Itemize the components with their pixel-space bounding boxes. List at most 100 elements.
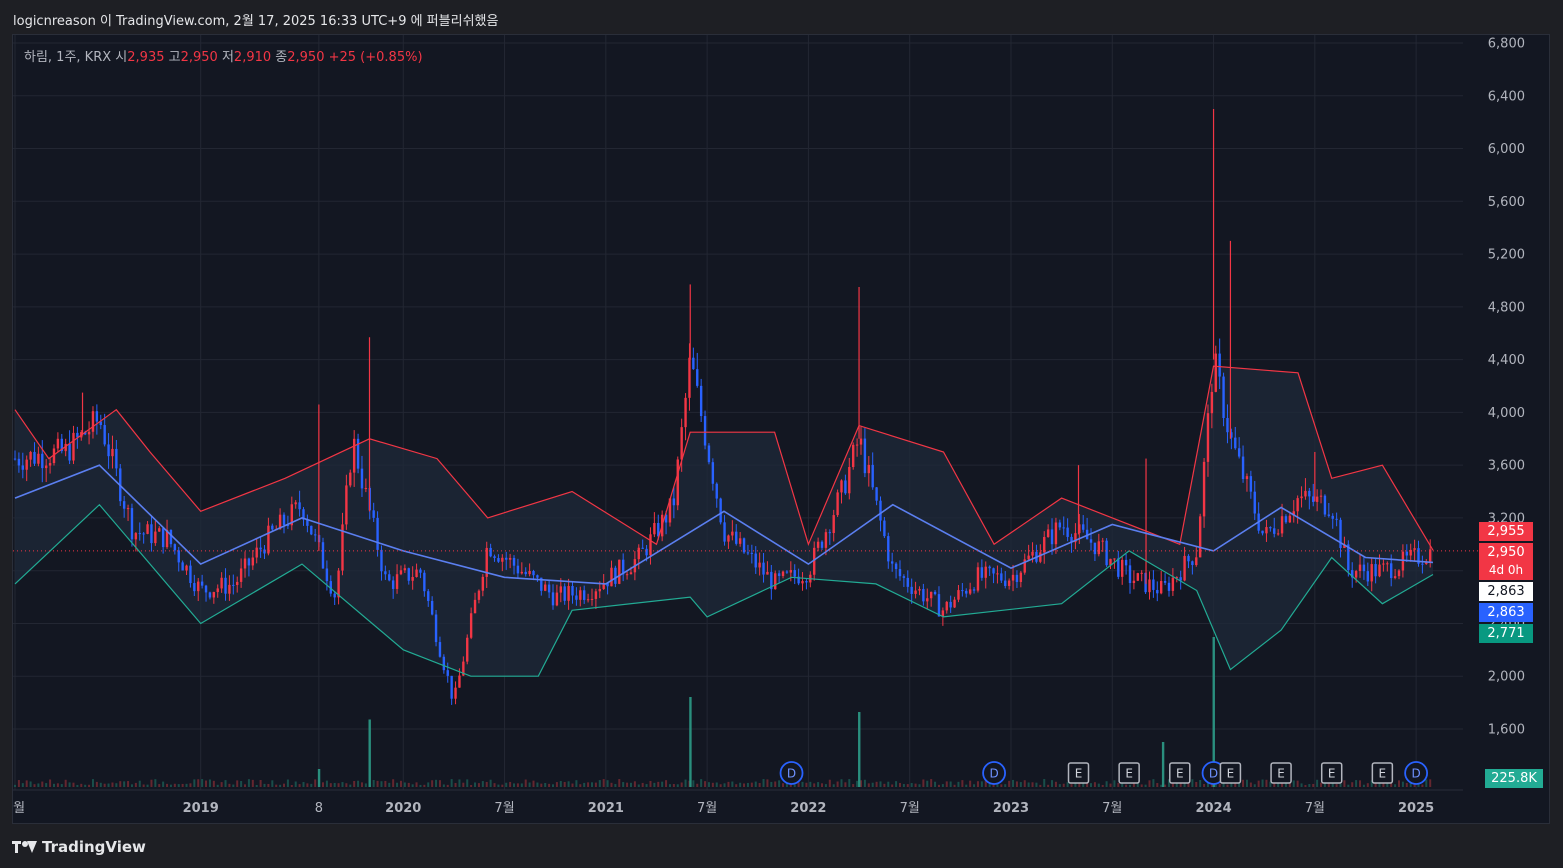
candle-body	[844, 480, 847, 494]
symbol-label: 하림, 1주, KRX	[24, 50, 112, 65]
candle-body	[185, 565, 188, 571]
candle-body	[364, 488, 368, 490]
volume-bar	[446, 784, 449, 787]
candle-body	[1354, 571, 1358, 578]
volume-bar	[762, 779, 765, 787]
candle-body	[1019, 572, 1023, 582]
candle-body	[707, 445, 711, 463]
candle-body	[828, 532, 832, 534]
volume-bar	[329, 783, 332, 787]
candle-body	[1121, 559, 1124, 577]
volume-bar	[333, 782, 336, 787]
candle-body	[1312, 496, 1315, 502]
candle-body	[1362, 564, 1366, 572]
candle-body	[247, 558, 251, 566]
volume-bar	[1125, 784, 1128, 787]
volume-bar	[758, 783, 761, 787]
volume-bar	[29, 781, 32, 787]
volume-bar	[302, 782, 305, 787]
volume-bar	[590, 782, 593, 787]
candle-body	[520, 571, 524, 574]
volume-spike-bar	[368, 719, 371, 787]
event-label: D	[1411, 767, 1420, 781]
volume-bar	[941, 784, 944, 787]
chart-area[interactable]: DDEEEDEEEED1,6002,0002,4002,8003,2003,60…	[12, 34, 1550, 824]
candle-body	[1366, 571, 1370, 582]
volume-bar	[247, 779, 250, 787]
volume-bar	[14, 784, 16, 787]
candle-body	[208, 592, 212, 598]
candle-body	[1039, 552, 1042, 562]
volume-bar	[310, 783, 313, 787]
candle-body	[567, 586, 570, 601]
candle-body	[111, 448, 114, 457]
candle-body	[922, 588, 925, 602]
tradingview-logo-icon	[12, 840, 38, 854]
candle-body	[415, 569, 418, 577]
volume-bar	[33, 784, 36, 787]
y-tick-label: 4,400	[1488, 353, 1525, 368]
high-value: 2,950	[180, 50, 218, 65]
volume-bar	[181, 783, 184, 787]
volume-bar	[130, 784, 133, 787]
volume-bar	[127, 781, 130, 787]
candle-body	[337, 570, 340, 598]
candle-body	[832, 515, 835, 534]
candle-body	[1210, 391, 1214, 414]
candle-body	[1327, 514, 1331, 516]
volume-spike-bar	[317, 769, 321, 787]
candle-body	[1171, 577, 1175, 591]
volume-bar	[937, 784, 940, 787]
candle-body	[271, 525, 274, 530]
volume-bar	[60, 784, 63, 787]
candle-body	[547, 584, 551, 593]
tradingview-brand[interactable]: TradingView	[12, 836, 146, 858]
candle-body	[310, 525, 313, 535]
volume-bar	[407, 782, 410, 787]
candle-body	[625, 574, 629, 576]
volume-bar	[1366, 783, 1369, 787]
candle-body	[1304, 490, 1307, 497]
candle-body	[848, 467, 851, 494]
price-chart-svg[interactable]: DDEEEDEEEED1,6002,0002,4002,8003,2003,60…	[13, 35, 1550, 824]
volume-bar	[111, 782, 114, 787]
volume-bar	[158, 784, 161, 787]
volume-bar	[388, 782, 391, 787]
volume-bar	[1019, 782, 1022, 787]
candle-body	[929, 591, 933, 599]
last-price-tag: 2,950	[1479, 543, 1533, 562]
volume-bar	[898, 782, 901, 787]
volume-bar	[1390, 783, 1393, 787]
candle-body	[403, 568, 407, 571]
volume-bar	[676, 784, 679, 787]
volume-bar	[509, 781, 512, 787]
candle-body	[1319, 495, 1323, 497]
candle-body	[1031, 551, 1034, 556]
candle-body	[879, 500, 882, 521]
y-tick-label: 1,600	[1488, 723, 1525, 738]
volume-bar	[532, 780, 535, 787]
volume-bar	[875, 781, 878, 787]
volume-bar	[879, 781, 882, 787]
volume-bar	[1425, 779, 1428, 787]
volume-bar	[871, 782, 874, 787]
candle-body	[536, 575, 539, 578]
volume-bar	[337, 783, 340, 787]
candle-body	[13, 458, 17, 460]
candle-body	[1335, 518, 1338, 520]
volume-bar	[477, 783, 480, 787]
volume-bar	[965, 784, 968, 787]
candle-body	[645, 548, 648, 556]
volume-bar	[945, 781, 948, 787]
volume-bar	[1000, 784, 1003, 787]
volume-bar	[661, 781, 664, 787]
candle-body	[746, 552, 750, 554]
volume-bar	[754, 781, 757, 787]
volume-bar	[1101, 784, 1104, 787]
volume-bar	[618, 779, 621, 787]
volume-bar	[314, 779, 317, 787]
candle-body	[957, 590, 960, 600]
candle-body	[239, 568, 243, 582]
volume-bar	[431, 780, 434, 787]
candle-body	[505, 557, 508, 560]
